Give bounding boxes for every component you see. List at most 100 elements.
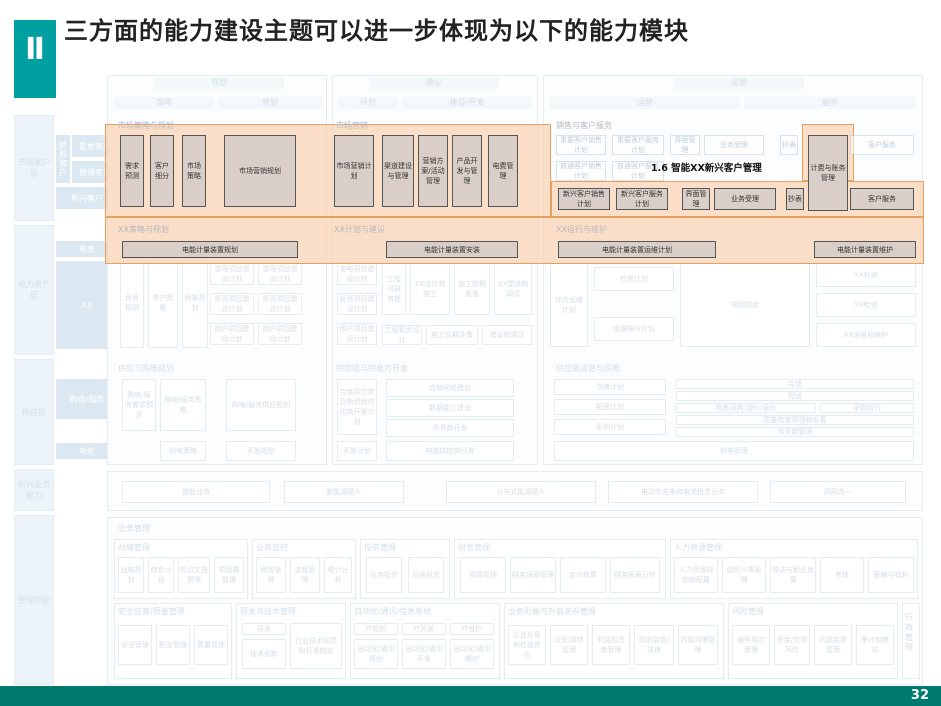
footer-bar: 32 (0, 686, 941, 706)
supply-build-box: 电能供应商开发 (386, 441, 514, 461)
mgmt-item: 培训与职业发展 (770, 557, 816, 593)
billing-box: 计费与账务管理 (808, 135, 848, 211)
mgmt-item: 质量管理 (194, 625, 228, 665)
meter-maintain-box: 电能计量装置维护 (814, 241, 916, 258)
plan-planning-header: 规划 (218, 97, 322, 109)
mgmt-group-title: 业务监控 (256, 543, 288, 552)
mgmt-item: 后续投资 (408, 557, 444, 593)
row-supply: 供应层 (14, 359, 54, 465)
mgmt-group-title: 战略管理 (118, 543, 150, 552)
ops-box: 业务受理 (704, 135, 764, 155)
subrow-special: 特殊客户 (56, 135, 70, 183)
mgmt-item: 研发 (242, 623, 286, 635)
management-title: 业务管理 (118, 524, 150, 533)
mgmt-item: 流程管理 (290, 557, 320, 593)
new-business-box: 新能源接入 (284, 481, 404, 503)
capability-box: 抄表 (786, 188, 804, 210)
mgmt-group-title: 研发与技术管理 (240, 607, 296, 616)
supply-build-box: 供货商开发 (386, 419, 514, 437)
mgmt-item: 内部监督管理 (814, 625, 852, 665)
power-plan-box: 投资项目建设计划 (258, 293, 302, 315)
new-business-box: 分布式能源接入 (446, 481, 596, 503)
capability-box: 市场营销计划 (334, 135, 374, 207)
power-plan-box: 网架规划 (182, 258, 208, 348)
power-plan-box: 投资项目建设计划 (210, 293, 254, 315)
mgmt-item: 行业技术规范和标准制定 (290, 623, 342, 669)
meter-plan-title: XX策略与规划 (118, 225, 169, 234)
capability-box: 产品开发与管理 (452, 135, 482, 207)
power-build-box: 施工前期准备 (426, 325, 478, 345)
ops-box: 客户服务 (850, 135, 914, 155)
supply-build-box: 合格供应商及物资和供应商开发计划 (337, 379, 377, 435)
supply-ops-box: 合储 (676, 379, 914, 389)
mgmt-item: 安全管理 (118, 625, 152, 665)
capability-box: 界面管理 (682, 188, 710, 210)
mgmt-item: IT维护 (450, 623, 494, 635)
mgmt-group-title: 投资管理 (364, 543, 396, 552)
mgmt-group-title: 行政管理 (905, 613, 913, 652)
power-ops-box: XX检修 (816, 263, 916, 287)
power-plan-box: 用户项目建设计划 (210, 323, 254, 345)
page-number: 32 (910, 688, 929, 703)
power-ops-box: 综合运维计划 (550, 263, 588, 347)
capability-box: 营销方案/活动管理 (418, 135, 448, 207)
mgmt-item: IT规划 (354, 623, 398, 635)
mgmt-item: 统计分析 (324, 557, 352, 593)
column-plan-header: 规划 (154, 77, 284, 89)
supply-build-box: 数据能力建设 (386, 399, 514, 417)
supply-build-title: 供应链与供电方开发 (336, 364, 408, 373)
supply-ops-box: 物资采购/询价/竞价 (676, 403, 816, 413)
build-dev-header: 建设/开发 (402, 97, 532, 109)
power-ops-box: 电网调度 (680, 263, 810, 347)
mgmt-item: 项目群管理 (214, 557, 244, 593)
meter-build-title: XX计划与建设 (334, 225, 385, 234)
page-title: 三方面的能力建设主题可以进一步体现为以下的能力模块 (64, 17, 689, 45)
mgmt-item: 内部沟通管理 (678, 625, 718, 665)
power-build-box: 用户项目建设计划 (337, 323, 377, 345)
plan-strategy-header: 策略 (114, 97, 214, 109)
power-build-box: 工程初步设计 (382, 325, 422, 345)
capability-box: 市场策略 (182, 135, 206, 207)
power-ops-box: 检修计划 (594, 267, 674, 291)
mgmt-item: 绩效管理 (256, 557, 286, 593)
power-build-box: 投资项目建设计划 (337, 293, 377, 315)
mgmt-item: 自动化/通讯开发 (402, 639, 446, 669)
callout-label: 1.6 智能XX新兴客户管理 (651, 163, 762, 174)
mgmt-item: 公关/媒体管理 (550, 625, 588, 665)
mgmt-item: 业务投资 (366, 557, 402, 593)
power-ops-box: 运维操作计划 (594, 317, 674, 341)
mgmt-item: 综合计划 (148, 557, 174, 593)
row-new-business: 新兴业务能力 (14, 469, 54, 511)
supply-plan-box: 开发规划 (226, 441, 296, 461)
supply-plan-box: 购电/服务策略 (160, 379, 206, 431)
mgmt-group-title: 风险管理 (732, 607, 764, 616)
mgmt-item: IT开发 (402, 623, 446, 635)
meter-ops-title: XX运行与维护 (556, 225, 607, 234)
power-plan-box: 资产策略 (148, 258, 178, 348)
power-build-box: XX建设和调试 (494, 263, 532, 315)
mgmt-item: 财务报表分析 (610, 557, 660, 593)
row-market: 市场客户层 (14, 115, 54, 221)
capability-box: 渠道建设与管理 (382, 135, 414, 207)
power-plan-box: 变电项目建设计划 (258, 263, 302, 285)
mgmt-item: 审计和稽核 (856, 625, 894, 665)
mgmt-item: 自动化/通讯规划 (354, 639, 398, 669)
mgmt-item: 职业管理 (156, 625, 190, 665)
mgmt-item: 组织人事管理 (722, 557, 766, 593)
mgmt-item: 人力资源规划和配置 (674, 557, 718, 593)
supply-build-box: 开发计划 (337, 441, 377, 461)
mgmt-group-title: 安全监察/质量管理 (118, 607, 185, 616)
new-business-box: 储能业务 (122, 481, 270, 503)
power-ops-box: XX运维和维护 (816, 323, 916, 347)
supply-plan-box: 购电策略 (160, 441, 206, 461)
mgmt-item: 知识文档管理 (178, 557, 210, 593)
power-build-box: 工程可研审批 (382, 263, 406, 315)
supply-ops-box: 购电管理 (554, 441, 914, 461)
capability-box: 新兴客户服务计划 (616, 188, 668, 210)
capability-box: 新兴客户销售计划 (558, 188, 610, 210)
mgmt-item: 薪酬与福利 (868, 557, 914, 593)
meter-plan-box: 电能计量装置规划 (122, 241, 298, 258)
new-business-box: 四网合一 (770, 481, 906, 503)
capability-box: 客户服务 (850, 188, 914, 210)
power-plan-box: 负荷预测 (120, 258, 144, 348)
